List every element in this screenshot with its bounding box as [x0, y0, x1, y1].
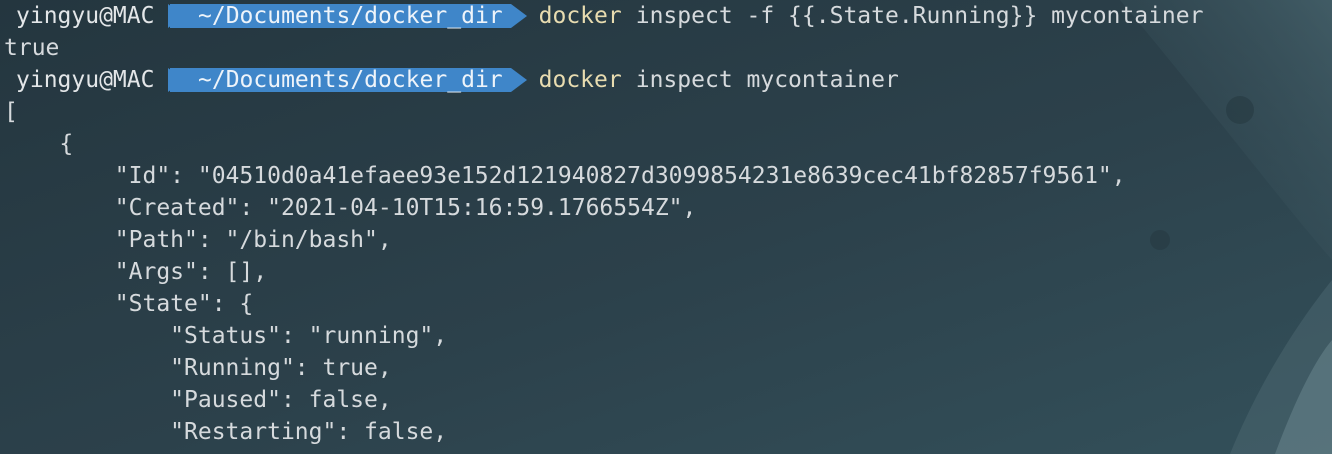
json-line: "Args": [], — [4, 259, 268, 285]
json-line: "Path": "/bin/bash", — [4, 227, 392, 253]
command-args: inspect -f {{.State.Running}} mycontaine… — [635, 3, 1204, 29]
json-line: "Paused": false, — [4, 387, 392, 413]
json-line: "State": { — [4, 291, 254, 317]
prompt-user-host: yingyu@MAC — [16, 67, 155, 93]
output-line: true — [0, 32, 59, 64]
command-program: docker — [538, 67, 622, 93]
json-line: { — [4, 131, 74, 157]
running-result: true — [4, 35, 60, 61]
prompt-path: ~/Documents/docker_dir — [170, 4, 511, 28]
json-line: "Id": "04510d0a41efaee93e152d121940827d3… — [4, 163, 1126, 189]
prompt-line-2: yingyu@MAC ~/Documents/docker_dir docker… — [0, 64, 1332, 96]
json-line: "Restarting": false, — [4, 419, 448, 445]
json-line: "Status": "running", — [4, 323, 448, 349]
json-line: "Running": true, — [4, 355, 392, 381]
prompt-arrow-end-icon — [510, 68, 527, 92]
prompt-user-host: yingyu@MAC — [16, 3, 155, 29]
command-args: inspect mycontainer — [635, 67, 899, 93]
terminal-window[interactable]: yingyu@MAC ~/Documents/docker_dir docker… — [0, 0, 1332, 454]
prompt-path: ~/Documents/docker_dir — [170, 68, 511, 92]
json-line: "Created": "2021-04-10T15:16:59.1766554Z… — [4, 195, 697, 221]
command-program: docker — [538, 3, 622, 29]
json-line: [ — [4, 99, 18, 125]
prompt-arrow-end-icon — [510, 4, 527, 28]
prompt-line-1: yingyu@MAC ~/Documents/docker_dir docker… — [0, 0, 1332, 32]
